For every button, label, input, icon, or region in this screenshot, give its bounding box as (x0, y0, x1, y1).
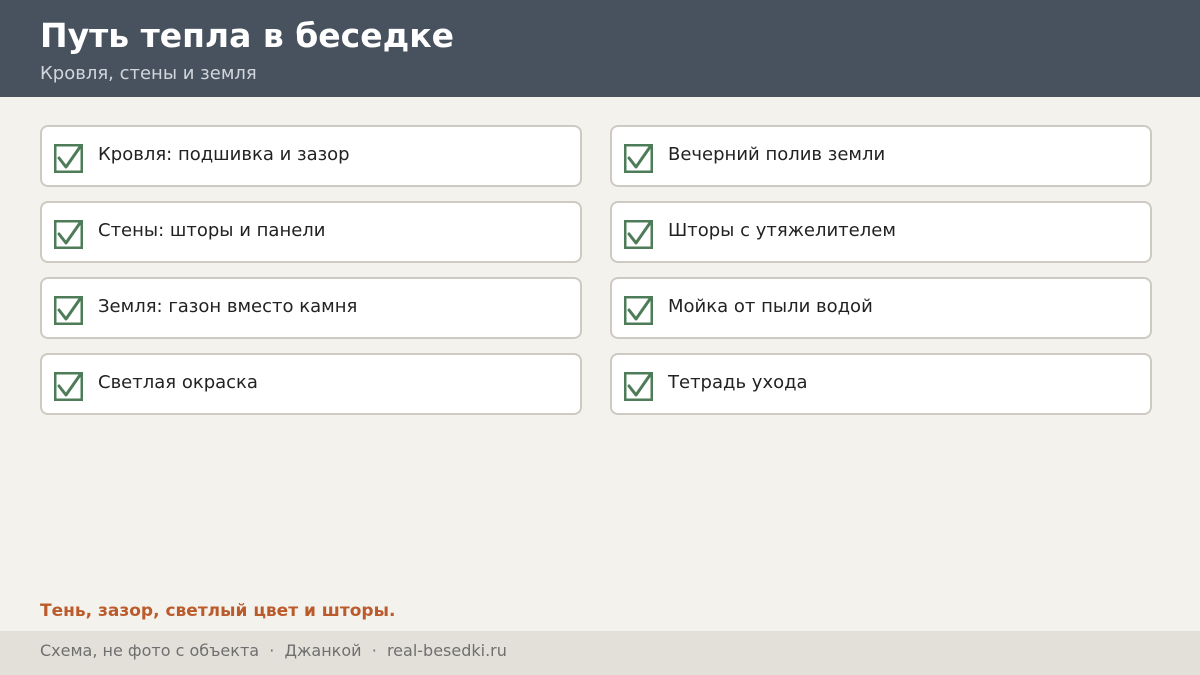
checkbox-checked-icon (54, 144, 83, 173)
checklist-item: Кровля: подшивка и зазор (40, 125, 582, 187)
checklist-item: Шторы с утяжелителем (610, 201, 1152, 263)
checklist-item-label: Кровля: подшивка и зазор (98, 144, 350, 165)
checklist-item: Стены: шторы и панели (40, 201, 582, 263)
checklist-item-label: Шторы с утяжелителем (668, 220, 896, 241)
tagline: Тень, зазор, светлый цвет и шторы. (40, 601, 396, 621)
footer: Схема, не фото с объекта · Джанкой · rea… (0, 631, 1200, 675)
checklist-item: Светлая окраска (40, 353, 582, 415)
page-subtitle: Кровля, стены и земля (40, 63, 257, 84)
header: Путь тепла в беседке Кровля, стены и зем… (0, 0, 1200, 97)
checkbox-checked-icon (624, 372, 653, 401)
checklist-item-label: Стены: шторы и панели (98, 220, 326, 241)
checklist-item: Вечерний полив земли (610, 125, 1152, 187)
checklist-item-label: Мойка от пыли водой (668, 296, 873, 317)
checklist-item-label: Светлая окраска (98, 372, 258, 393)
checklist-item: Тетрадь ухода (610, 353, 1152, 415)
checkbox-checked-icon (624, 296, 653, 325)
checklist-item: Мойка от пыли водой (610, 277, 1152, 339)
checklist-item-label: Вечерний полив земли (668, 144, 886, 165)
checklist-item: Земля: газон вместо камня (40, 277, 582, 339)
checklist-item-label: Земля: газон вместо камня (98, 296, 358, 317)
checkbox-checked-icon (624, 144, 653, 173)
checklist-item-label: Тетрадь ухода (668, 372, 808, 393)
footer-text: Схема, не фото с объекта · Джанкой · rea… (40, 641, 507, 660)
checkbox-checked-icon (54, 296, 83, 325)
checkbox-checked-icon (624, 220, 653, 249)
checkbox-checked-icon (54, 372, 83, 401)
checkbox-checked-icon (54, 220, 83, 249)
page-title: Путь тепла в беседке (40, 16, 455, 55)
